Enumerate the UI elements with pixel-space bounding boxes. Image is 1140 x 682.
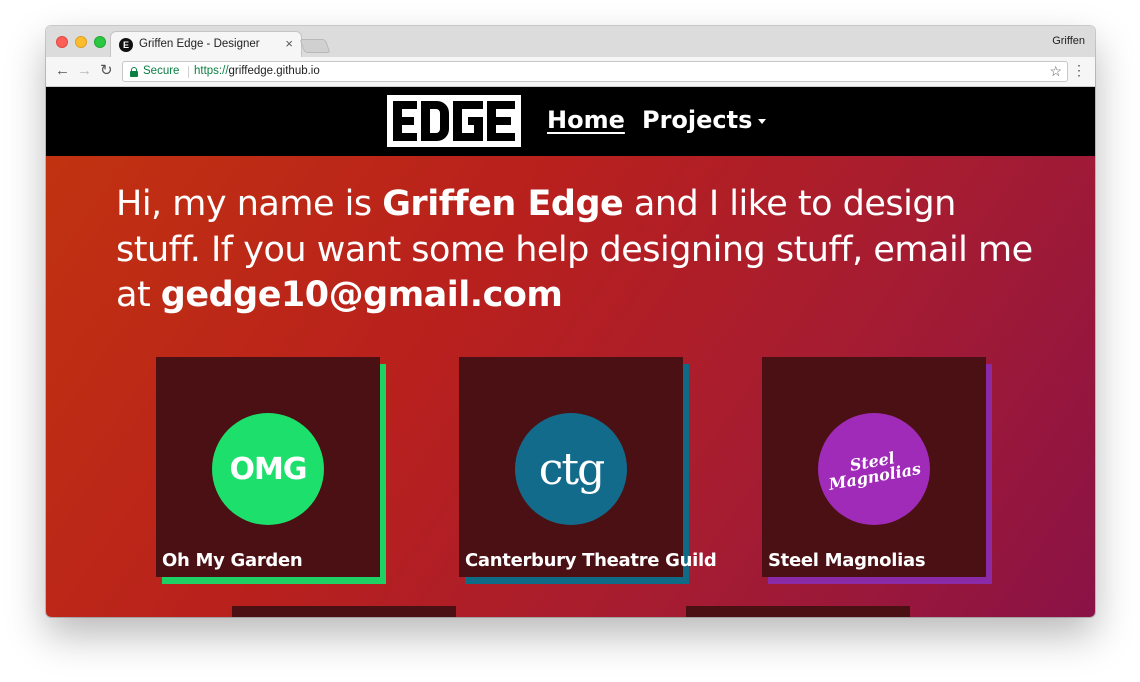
omg-logo: OMG: [212, 413, 324, 525]
close-tab-icon[interactable]: ×: [285, 37, 293, 50]
ctg-logo-text: ctg: [538, 443, 605, 495]
intro-part1: Hi, my name is: [116, 184, 383, 224]
project-card-canterbury-theatre-guild[interactable]: ctg Canterbury Theatre Guild: [459, 357, 717, 584]
url-scheme: https://: [194, 65, 229, 77]
page-viewport: Home Projects Hi, my name is Griffen Edg…: [46, 87, 1095, 617]
ctg-logo: ctg: [515, 413, 627, 525]
site-navbar: Home Projects: [46, 87, 1095, 156]
card-face: Steel Magnolias Steel Magnolias: [762, 357, 986, 577]
browser-window: E Griffen Edge - Designer × Griffen ← → …: [46, 26, 1095, 617]
steel-magnolias-logo-text: Steel Magnolias: [826, 446, 923, 494]
maximize-window-button[interactable]: [94, 36, 106, 48]
omg-logo-text: OMG: [229, 451, 308, 487]
project-title: Canterbury Theatre Guild: [465, 550, 717, 571]
address-bar[interactable]: Secure https://griffedge.github.io ☆: [122, 61, 1068, 82]
browser-toolbar: ← → ↻ Secure https://griffedge.github.io…: [46, 57, 1095, 87]
edge-logo[interactable]: [387, 95, 521, 147]
secure-label: Secure: [143, 65, 180, 77]
project-card-partial[interactable]: [232, 606, 456, 617]
nav-projects-label: Projects: [642, 106, 753, 134]
bookmark-star-icon[interactable]: ☆: [1049, 63, 1062, 80]
lock-icon: [130, 67, 138, 77]
project-title: Steel Magnolias: [768, 550, 926, 571]
intro-text: Hi, my name is Griffen Edge and I like t…: [116, 182, 1036, 319]
card-face: ctg Canterbury Theatre Guild: [459, 357, 717, 577]
intro-email[interactable]: gedge10@gmail.com: [161, 275, 563, 315]
new-tab-button[interactable]: [299, 39, 331, 53]
browser-tab[interactable]: E Griffen Edge - Designer ×: [110, 31, 302, 58]
favicon-icon: E: [119, 38, 133, 52]
project-title: Oh My Garden: [162, 550, 303, 571]
card-face: OMG Oh My Garden: [156, 357, 380, 577]
project-card-steel-magnolias[interactable]: Steel Magnolias Steel Magnolias: [762, 357, 992, 584]
caret-down-icon: [758, 118, 767, 124]
tab-title: Griffen Edge - Designer: [139, 38, 260, 50]
nav-projects-dropdown[interactable]: Projects: [642, 106, 767, 134]
address-separator: [188, 66, 189, 78]
title-bar: E Griffen Edge - Designer × Griffen: [46, 26, 1095, 58]
steel-magnolias-logo: Steel Magnolias: [818, 413, 930, 525]
back-icon[interactable]: ←: [55, 63, 70, 78]
intro-name: Griffen Edge: [382, 184, 624, 224]
project-card-oh-my-garden[interactable]: OMG Oh My Garden: [156, 357, 386, 584]
close-window-button[interactable]: [56, 36, 68, 48]
project-card-partial[interactable]: [686, 606, 910, 617]
nav-home-link[interactable]: Home: [547, 106, 625, 134]
profile-name[interactable]: Griffen: [1052, 35, 1085, 47]
url-host: griffedge.github.io: [228, 65, 320, 77]
browser-menu-icon[interactable]: ⋮: [1072, 63, 1086, 77]
forward-icon[interactable]: →: [77, 63, 92, 78]
reload-icon[interactable]: ↻: [100, 63, 113, 78]
url-text: https://griffedge.github.io: [194, 65, 320, 77]
minimize-window-button[interactable]: [75, 36, 87, 48]
